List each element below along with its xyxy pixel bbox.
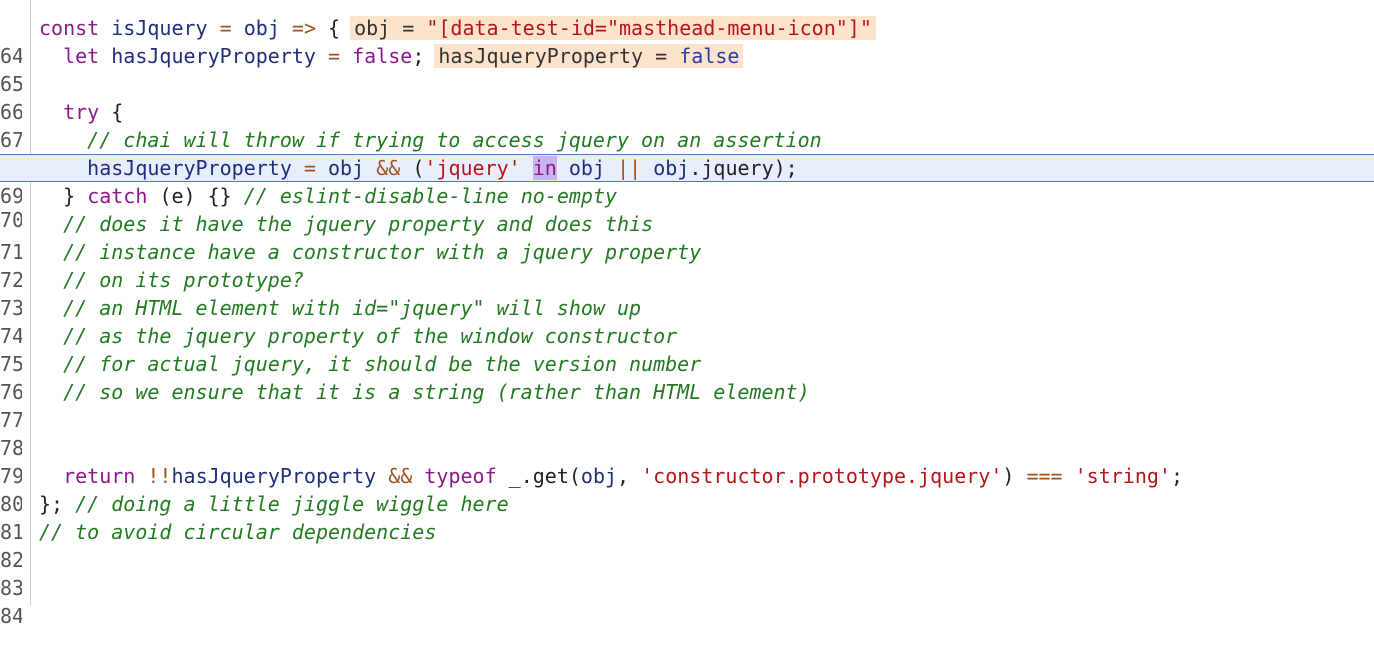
identifier: obj — [243, 16, 280, 40]
code-line[interactable]: 82 }; // doing a little jiggle wiggle he… — [0, 490, 1374, 572]
identifier: hasJqueryProperty — [87, 156, 292, 180]
literal: false — [352, 44, 413, 68]
comment: // for actual jquery, it should be the v… — [63, 352, 702, 376]
function-call: _.get( — [508, 464, 581, 488]
comment: // so we ensure that it is a string (rat… — [63, 380, 810, 404]
selected-keyword-in[interactable]: in — [532, 156, 557, 180]
operator: === — [1026, 464, 1063, 488]
comment: // instance have a constructor with a jq… — [63, 240, 702, 264]
code-line[interactable]: 78 // so we ensure that it is a string (… — [0, 378, 1374, 460]
keyword-return: return — [63, 464, 136, 488]
punctuation: { — [328, 16, 341, 40]
comment: // on its prototype? — [63, 268, 304, 292]
code-line[interactable]: 81 return !!hasJqueryProperty && typeof … — [0, 462, 1374, 544]
keyword-typeof: typeof — [424, 464, 497, 488]
code-line[interactable]: 65 const isJquery = obj => {obj = "[data… — [0, 14, 1374, 96]
string-literal: 'jquery' — [424, 156, 521, 180]
code-editor[interactable]: 64 65 const isJquery = obj => {obj = "[d… — [0, 0, 1374, 628]
operator: && — [388, 464, 413, 488]
code-line[interactable]: 71 } catch (e) {} // eslint-disable-line… — [0, 182, 1374, 264]
operator: = — [328, 44, 341, 68]
punctuation: } — [63, 184, 76, 208]
identifier: hasJqueryProperty — [111, 44, 316, 68]
inline-value-label: obj = — [354, 16, 427, 40]
code-line[interactable]: 76 // as the jquery property of the wind… — [0, 322, 1374, 404]
line-number: 84 — [0, 604, 22, 628]
punctuation: ; — [1170, 464, 1184, 488]
punctuation: ( — [412, 156, 425, 180]
operator: => — [291, 16, 316, 40]
code-line[interactable]: 75 // an HTML element with id="jquery" w… — [0, 294, 1374, 376]
string-literal: 'constructor.prototype.jquery' — [641, 464, 1003, 488]
inline-value: false — [679, 44, 740, 68]
keyword-try: try — [63, 100, 100, 124]
punctuation: (e) {} — [159, 184, 232, 208]
comment: // eslint-disable-line no-empty — [243, 184, 618, 208]
operator: = — [303, 156, 316, 180]
identifier: obj — [568, 156, 606, 180]
code-line[interactable]: 64 — [0, 0, 1374, 68]
keyword-const: const — [39, 16, 100, 40]
identifier: obj — [653, 156, 690, 180]
inline-value: "[data-test-id="masthead-menu-icon"]" — [426, 16, 872, 40]
current-code-line[interactable]: 70 hasJqueryProperty = obj && ('jquery' … — [0, 154, 1374, 232]
code-line[interactable]: 73 // instance have a constructor with a… — [0, 238, 1374, 320]
comment: // an HTML element with id="jquery" will… — [63, 296, 642, 320]
keyword-let: let — [63, 44, 100, 68]
punctuation: , — [617, 464, 630, 488]
operator: || — [617, 156, 642, 180]
code-line[interactable]: 67 — [0, 70, 1374, 152]
code-line[interactable]: 80 — [0, 434, 1374, 516]
punctuation: { — [111, 100, 124, 124]
code-line[interactable]: 68 try { — [0, 98, 1374, 180]
comment: // to avoid circular dependencies — [39, 520, 437, 544]
inline-value-preview: hasJqueryProperty = false — [434, 44, 744, 68]
code-line[interactable]: 66 let hasJqueryProperty = false; hasJque… — [0, 42, 1374, 124]
punctuation: ; — [412, 44, 425, 68]
comment: // doing a little jiggle wiggle here — [75, 492, 509, 516]
comment: // does it have the jquery property and … — [63, 212, 654, 236]
operator: = — [219, 16, 232, 40]
punctuation: ) — [1002, 464, 1015, 488]
comment: // as the jquery property of the window … — [63, 324, 678, 348]
code-line[interactable]: 69 // chai will throw if trying to acces… — [0, 126, 1374, 208]
identifier: isJquery — [111, 16, 208, 40]
code-line[interactable]: 77 // for actual jquery, it should be th… — [0, 350, 1374, 432]
code-line[interactable]: 83 // to avoid circular dependencies — [0, 518, 1374, 600]
keyword-catch: catch — [87, 184, 148, 208]
code-line[interactable]: 79 — [0, 406, 1374, 488]
code-line[interactable]: 84 — [0, 546, 1374, 628]
code-line[interactable]: 72 // does it have the jquery property a… — [0, 210, 1374, 292]
punctuation: .jquery); — [689, 156, 798, 180]
operator: !! — [147, 464, 172, 488]
code-line[interactable]: 74 // on its prototype? — [0, 266, 1374, 348]
identifier: obj — [580, 464, 618, 488]
identifier: hasJqueryProperty — [171, 464, 377, 488]
inline-value-preview: obj = "[data-test-id="masthead-menu-icon… — [350, 16, 876, 40]
string-literal: 'string' — [1074, 464, 1171, 488]
identifier: obj — [328, 156, 365, 180]
inline-value-label: hasJqueryProperty = — [438, 44, 680, 68]
operator: && — [376, 156, 401, 180]
comment: // chai will throw if trying to access j… — [87, 128, 822, 152]
punctuation: }; — [39, 492, 64, 516]
